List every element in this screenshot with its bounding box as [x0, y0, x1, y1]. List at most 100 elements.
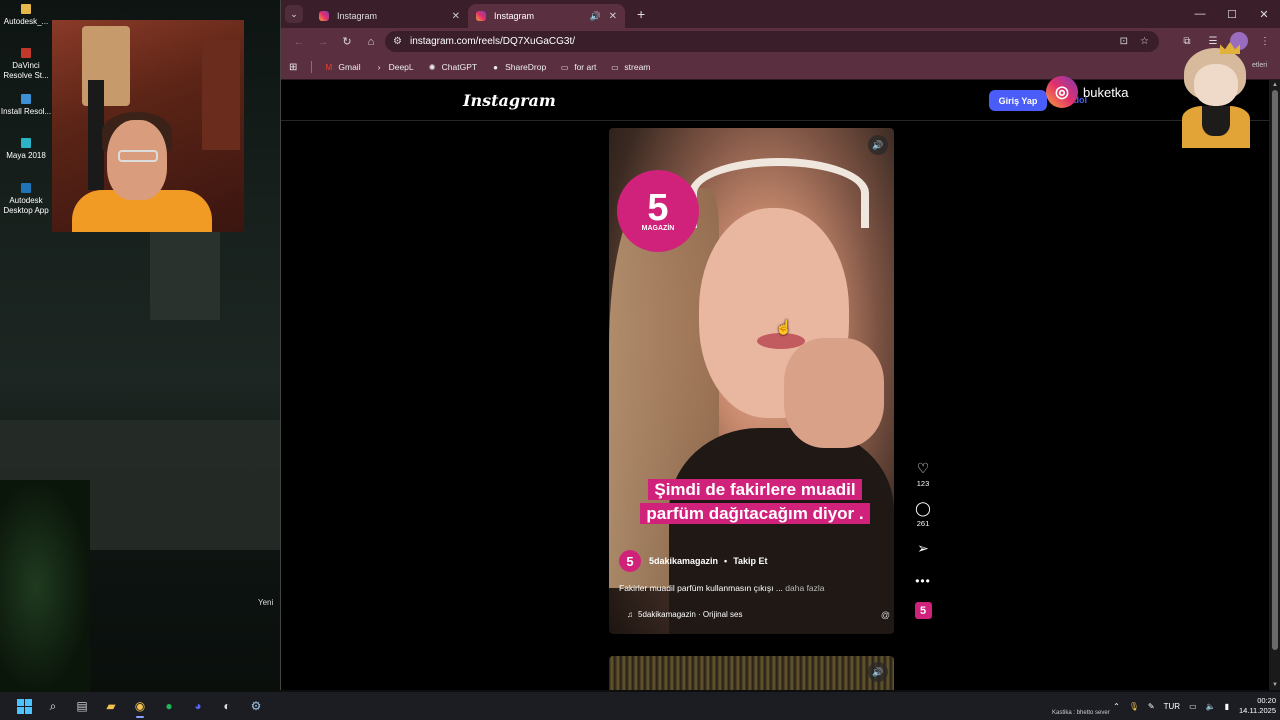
author-name[interactable]: 5dakikamagazin — [649, 556, 718, 566]
tab-bar: ⌄ Instagram ✕ Instagram 🔊 ✕ + — ☐ ✕ — [281, 0, 1280, 28]
bookmark-chatgpt[interactable]: ✺ ChatGPT — [428, 62, 477, 72]
new-tab-button[interactable]: + — [637, 6, 645, 22]
next-reel-preview[interactable]: 🔊 — [609, 656, 894, 690]
install-app-icon[interactable]: ⊡ — [1120, 36, 1128, 47]
battery-icon[interactable]: ▮ — [1225, 702, 1229, 711]
reel-headband — [689, 158, 869, 228]
spotify-icon: ● — [165, 699, 173, 713]
reload-icon[interactable]: ↻ — [335, 30, 359, 54]
chevron-up-icon[interactable]: ⌃ — [1113, 702, 1120, 711]
bookmark-star-icon[interactable]: ☆ — [1140, 36, 1149, 47]
steam-button[interactable]: ⚙ — [244, 694, 268, 718]
address-bar[interactable]: ⚙ instagram.com/reels/DQ7XuGaCG3t/ ⊡ ☆ — [385, 31, 1159, 52]
tab-instagram-2[interactable]: Instagram 🔊 ✕ — [468, 4, 625, 28]
like-action[interactable]: ♡ 123 — [917, 460, 930, 488]
hand-cursor-icon: ☝ — [775, 319, 793, 335]
task-view-button[interactable]: ▤ — [70, 694, 94, 718]
partial-bookmark-text: etleri — [1252, 62, 1268, 69]
start-button[interactable] — [12, 694, 36, 718]
network-icon[interactable]: ▭ — [1189, 702, 1197, 711]
task-view-icon: ▤ — [76, 699, 88, 713]
installer-icon — [21, 94, 31, 104]
windows-logo-icon — [16, 698, 32, 714]
reel-shirt — [669, 428, 894, 634]
reel-audio[interactable]: ♫ 5dakikamagazin · Orijinal ses — [627, 610, 743, 619]
discord-icon: ◕ — [194, 699, 202, 713]
overlay-handle: buketka — [1083, 84, 1129, 100]
spotify-button[interactable]: ● — [157, 694, 181, 718]
sound-toggle-icon[interactable]: 🔊 — [868, 135, 888, 155]
scroll-down-icon[interactable]: ▼ — [1272, 682, 1278, 688]
audio-page-avatar[interactable]: 5 — [914, 602, 932, 619]
pen-icon[interactable]: ✎ — [1148, 702, 1155, 711]
instagram-logo[interactable]: Instagram — [463, 91, 556, 110]
scroll-thumb[interactable] — [1272, 90, 1278, 650]
minimize-icon[interactable]: — — [1184, 0, 1216, 28]
more-link[interactable]: daha fazla — [785, 583, 824, 593]
follow-button[interactable]: Takip Et — [733, 556, 767, 566]
sound-toggle-icon[interactable]: 🔊 — [868, 662, 888, 682]
reel-actions: ♡ 123 ◯ 261 ➢ ••• 5 — [909, 460, 937, 619]
gmail-icon: M — [325, 62, 333, 72]
back-arrow-icon[interactable]: ← — [287, 30, 311, 54]
chevron-down-icon: ⌄ — [290, 8, 298, 19]
tab-search-button[interactable]: ⌄ — [285, 5, 303, 23]
avatar-collar — [1202, 106, 1230, 136]
more-options-icon[interactable]: ••• — [915, 574, 931, 588]
address-bar-actions: ⊡ ☆ — [1120, 36, 1149, 47]
clock[interactable]: 00:20 14.11.2025 — [1239, 696, 1276, 716]
login-button[interactable]: Giriş Yap — [989, 90, 1047, 111]
close-window-icon[interactable]: ✕ — [1248, 0, 1280, 28]
steam-icon: ⚙ — [250, 699, 262, 713]
tab-close-icon[interactable]: ✕ — [452, 11, 460, 22]
tab-instagram-1[interactable]: Instagram ✕ — [311, 4, 468, 28]
reel-description: Fakirler muadil parfüm kullanmasın çıkış… — [619, 583, 825, 593]
forward-arrow-icon[interactable]: → — [311, 30, 335, 54]
webcam-wall-art — [202, 40, 240, 150]
desktop-icon-davinci-resolve[interactable]: DaVinci Resolve St... — [0, 48, 52, 81]
search-button[interactable]: ⌕ — [41, 694, 65, 718]
bookmark-deepl[interactable]: › DeepL — [375, 62, 414, 72]
home-icon[interactable]: ⌂ — [359, 30, 383, 54]
bookmark-folder-for-art[interactable]: ▭ for art — [560, 62, 596, 72]
bookmark-gmail[interactable]: M Gmail — [324, 62, 361, 72]
site-info-icon[interactable]: ⚙ — [393, 36, 402, 47]
maximize-icon[interactable]: ☐ — [1216, 0, 1248, 28]
discord-button[interactable]: ◕ — [186, 694, 210, 718]
chrome-button[interactable]: ◉ — [128, 694, 152, 718]
avatar-face — [1194, 64, 1238, 106]
menu-kebab-icon[interactable]: ⋮ — [1256, 32, 1274, 50]
reel-caption-overlay: Şimdi de fakirlere muadil parfüm dağıtac… — [635, 478, 875, 526]
bookmark-folder-stream[interactable]: ▭ stream — [610, 62, 650, 72]
tab-close-icon[interactable]: ✕ — [609, 11, 617, 22]
chatgpt-icon: ✺ — [428, 62, 436, 72]
tagged-users-icon[interactable]: @ — [881, 610, 890, 620]
tab-audio-icon[interactable]: 🔊 — [590, 11, 601, 22]
search-icon: ⌕ — [49, 698, 57, 713]
scroll-up-icon[interactable]: ▲ — [1272, 82, 1278, 88]
file-explorer-button[interactable]: ▰ — [99, 694, 123, 718]
url-text: instagram.com/reels/DQ7XuGaCG3t/ — [409, 36, 576, 47]
desktop-icon-autodesk-folder[interactable]: Autodesk_... — [0, 4, 52, 27]
desktop-icon-install-resolve[interactable]: Install Resol... — [0, 94, 52, 117]
share-action[interactable]: ➢ — [917, 540, 929, 556]
obs-button[interactable]: ◐ — [215, 694, 239, 718]
desktop-icon-maya[interactable]: Maya 2018 — [0, 138, 52, 161]
page-scrollbar[interactable]: ▲ ▼ — [1269, 80, 1280, 690]
language-indicator[interactable]: TUR — [1164, 702, 1180, 711]
crown-icon — [1220, 42, 1240, 54]
author-avatar[interactable]: 5 — [619, 550, 641, 572]
bookmarks-bar: ⊞ M Gmail › DeepL ✺ ChatGPT ● ShareDrop … — [281, 55, 1280, 80]
instagram-icon: ◎ — [1046, 76, 1078, 108]
system-tray: ⌃ 🎙 ✎ TUR ▭ 🔈 ▮ 00:20 14.11.2025 — [1104, 692, 1276, 720]
bookmark-sharedrop[interactable]: ● ShareDrop — [491, 62, 546, 72]
comment-action[interactable]: ◯ 261 — [915, 500, 931, 528]
folder-icon: ▰ — [106, 699, 116, 713]
microphone-icon[interactable]: 🎙 — [1129, 702, 1139, 711]
heart-icon: ♡ — [916, 460, 930, 476]
volume-icon[interactable]: 🔈 — [1206, 702, 1216, 711]
desktop-icon-autodesk-desktop-app[interactable]: Autodesk Desktop App — [0, 183, 52, 216]
reel-video[interactable]: 5 MAGAZİN 🔊 Şimdi de fakirlere muadil pa… — [609, 128, 894, 634]
desktop-wallpaper-foliage — [0, 480, 90, 692]
apps-grid-icon[interactable]: ⊞ — [289, 62, 297, 73]
